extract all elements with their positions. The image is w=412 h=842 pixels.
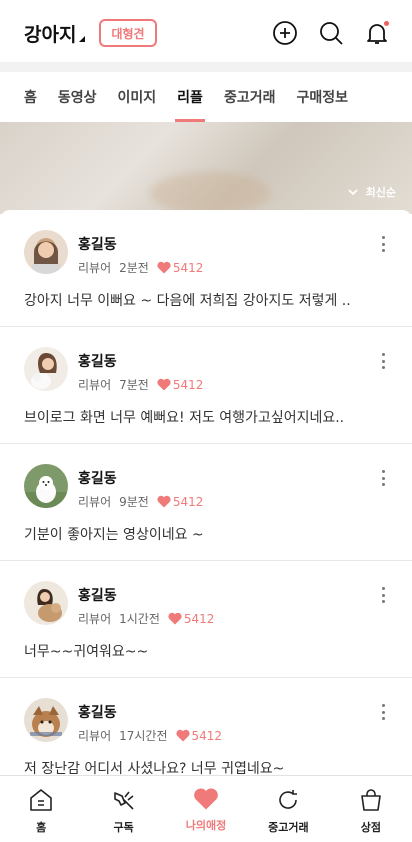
category-selector[interactable]: 강아지 — [24, 20, 86, 47]
author-role: 리뷰어 — [78, 729, 112, 743]
comment-meta: 리뷰어 17시간전 5412 — [78, 727, 222, 744]
like-count-value: 5412 — [172, 494, 204, 509]
shopping-bag-icon — [361, 789, 381, 811]
nav-used-market[interactable]: 중고거래 — [247, 776, 329, 842]
comment-meta: 리뷰어 1시간전 5412 — [78, 610, 214, 627]
chevron-down-icon — [347, 189, 358, 196]
tab-reply[interactable]: 리플 — [175, 72, 205, 122]
heart-icon — [168, 612, 182, 625]
comment-time: 1시간전 — [119, 612, 160, 626]
comment-item: 홍길동 리뷰어 9분전 5412 기분이 좋아지는 영상이네요 ~ — [0, 444, 412, 561]
author-role: 리뷰어 — [78, 378, 112, 392]
nav-label: 중고거래 — [268, 821, 309, 834]
notification-bell-icon[interactable] — [364, 20, 390, 46]
like-count[interactable]: 5412 — [157, 260, 204, 275]
heart-icon — [194, 788, 218, 810]
comment-meta: 리뷰어 7분전 5412 — [78, 376, 203, 393]
comment-time: 2분전 — [119, 261, 149, 275]
more-options-icon[interactable] — [382, 353, 386, 369]
nav-home[interactable]: 홈 — [0, 776, 82, 842]
avatar[interactable] — [24, 581, 68, 625]
sort-dropdown[interactable]: 최신순 — [347, 184, 396, 200]
category-label: 강아지 — [24, 23, 77, 46]
heart-icon — [175, 729, 190, 742]
tab-used-market[interactable]: 중고거래 — [224, 72, 276, 122]
content-tabs: 홈 동영상 이미지 리플 중고거래 구매정보 — [0, 72, 412, 122]
more-options-icon[interactable] — [382, 704, 386, 720]
heart-icon — [157, 495, 171, 508]
refresh-icon — [279, 790, 298, 809]
home-icon — [30, 789, 53, 811]
like-count-value: 5412 — [172, 377, 204, 392]
nav-my-favorites[interactable]: 나의애정 — [165, 776, 247, 842]
comment-text: 기분이 좋아지는 영상이네요 ~ — [24, 527, 204, 543]
comment-meta: 리뷰어 2분전 5412 — [78, 259, 203, 276]
nav-subscribe[interactable]: 구독 — [82, 776, 164, 842]
comment-item: 홍길동 리뷰어 7분전 5412 브이로그 화면 너무 예뻐요! 저도 여행가고… — [0, 327, 412, 444]
nav-label: 나의애정 — [185, 819, 227, 832]
author-role: 리뷰어 — [78, 612, 112, 626]
tab-image[interactable]: 이미지 — [118, 72, 157, 122]
banner-decoration — [150, 172, 270, 214]
sort-label: 최신순 — [365, 186, 396, 199]
bottom-navigation: 홈 구독 나의애정 중고거래 상점 — [0, 775, 412, 842]
comment-author[interactable]: 홍길동 — [78, 234, 117, 254]
avatar[interactable] — [24, 698, 68, 742]
comment-item: 홍길동 리뷰어 1시간전 5412 너무~~귀여워요~~ — [0, 561, 412, 678]
comment-text: 강아지 너무 이뻐요 ~ 다음에 저희집 강아지도 저렇게 .. — [24, 293, 351, 309]
avatar[interactable] — [24, 347, 68, 391]
header-actions — [272, 20, 390, 46]
comment-meta: 리뷰어 9분전 5412 — [78, 493, 203, 510]
comment-item: 홍길동 리뷰어 17시간전 5412 저 장난감 어디서 사셨나요? 너무 귀엽… — [0, 678, 412, 775]
tab-video[interactable]: 동영상 — [58, 72, 97, 122]
comment-item: 홍길동 리뷰어 2분전 5412 강아지 너무 이뻐요 ~ 다음에 저희집 강아… — [0, 210, 412, 327]
like-count-value: 5412 — [172, 260, 204, 275]
nav-shop[interactable]: 상점 — [330, 776, 412, 842]
avatar[interactable] — [24, 464, 68, 508]
banner-image: 최신순 — [0, 122, 412, 214]
comment-author[interactable]: 홍길동 — [78, 585, 117, 605]
comment-time: 7분전 — [119, 378, 149, 392]
avatar[interactable] — [24, 230, 68, 274]
comment-text: 저 장난감 어디서 사셨나요? 너무 귀엽네요~ — [24, 761, 285, 775]
nav-label: 구독 — [113, 821, 134, 834]
like-count-value: 5412 — [183, 611, 215, 626]
caret-icon — [79, 36, 86, 42]
like-count[interactable]: 5412 — [157, 494, 204, 509]
like-count-value: 5412 — [191, 728, 223, 743]
search-icon[interactable] — [318, 20, 344, 46]
tab-home[interactable]: 홈 — [24, 72, 37, 122]
comment-time: 17시간전 — [119, 729, 168, 743]
comment-author[interactable]: 홍길동 — [78, 702, 117, 722]
like-count[interactable]: 5412 — [157, 377, 204, 392]
comment-author[interactable]: 홍길동 — [78, 351, 117, 371]
comment-author[interactable]: 홍길동 — [78, 468, 117, 488]
heart-icon — [157, 378, 171, 391]
top-header: 강아지 대형견 — [0, 0, 412, 66]
size-filter-chip[interactable]: 대형견 — [99, 19, 157, 47]
subscribe-icon — [113, 791, 134, 810]
author-role: 리뷰어 — [78, 495, 112, 509]
add-icon[interactable] — [272, 20, 298, 46]
nav-label: 상점 — [360, 821, 381, 834]
more-options-icon[interactable] — [382, 587, 386, 603]
notification-dot — [384, 21, 389, 26]
section-divider — [0, 62, 412, 72]
comment-text: 너무~~귀여워요~~ — [24, 644, 149, 660]
comment-text: 브이로그 화면 너무 예뻐요! 저도 여행가고싶어지네요.. — [24, 410, 345, 426]
author-role: 리뷰어 — [78, 261, 112, 275]
nav-label: 홈 — [36, 821, 47, 834]
like-count[interactable]: 5412 — [175, 728, 223, 743]
like-count[interactable]: 5412 — [168, 611, 215, 626]
more-options-icon[interactable] — [382, 236, 386, 252]
comment-time: 9분전 — [119, 495, 149, 509]
tab-purchase-info[interactable]: 구매정보 — [296, 72, 348, 122]
comment-list: 홍길동 리뷰어 2분전 5412 강아지 너무 이뻐요 ~ 다음에 저희집 강아… — [0, 210, 412, 775]
heart-icon — [157, 261, 171, 274]
more-options-icon[interactable] — [382, 470, 386, 486]
